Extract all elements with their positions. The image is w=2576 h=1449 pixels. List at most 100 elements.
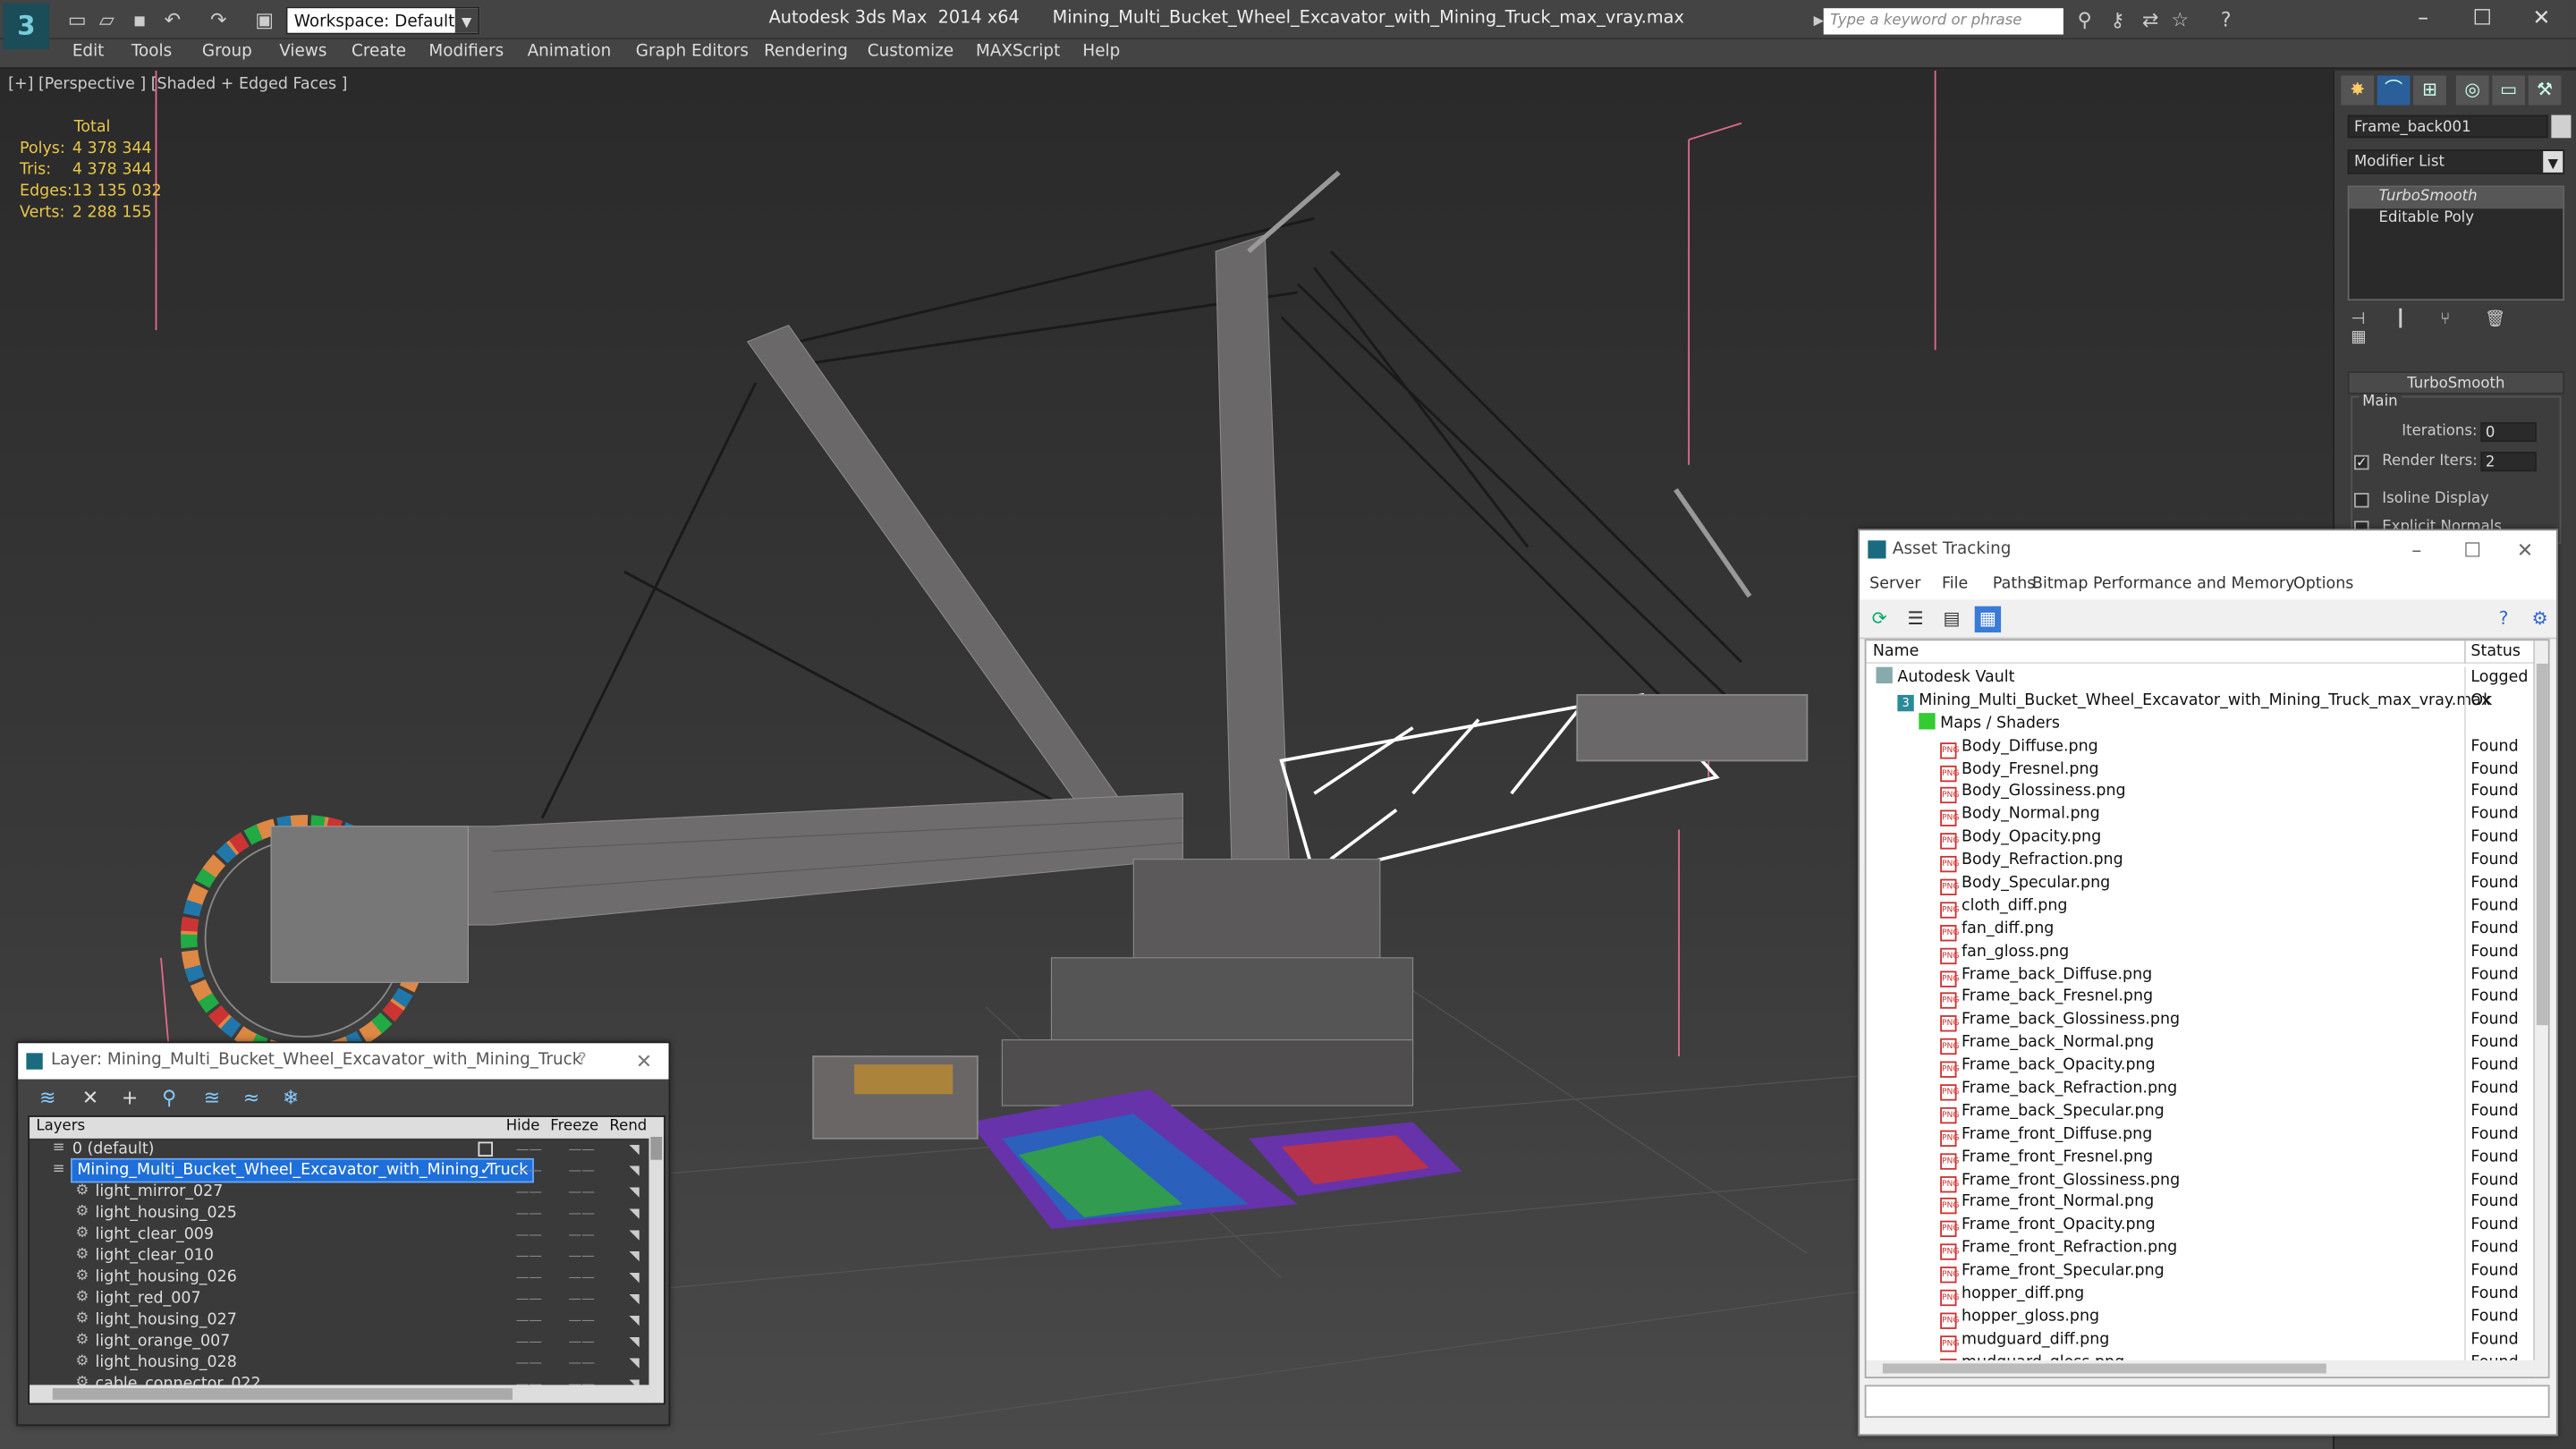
asset-row[interactable]: PNG cloth_diff.png Found bbox=[1866, 894, 2536, 919]
refresh-icon[interactable]: ⟳ bbox=[1866, 606, 1892, 632]
render-toggle-icon[interactable]: ◥ bbox=[629, 1139, 639, 1160]
asset-row[interactable]: PNG Frame_back_Opacity.png Found bbox=[1866, 1055, 2536, 1079]
menu-customize[interactable]: Customize bbox=[868, 43, 953, 61]
help-icon[interactable]: ? bbox=[2490, 606, 2516, 632]
show-end-result-icon[interactable]: ┃ bbox=[2395, 310, 2421, 328]
asset-row[interactable]: PNG Frame_front_Fresnel.png Found bbox=[1866, 1146, 2536, 1170]
create-tab-icon[interactable]: ✸ bbox=[2341, 75, 2375, 106]
freeze-toggle[interactable]: —— bbox=[568, 1224, 594, 1245]
asset-row[interactable]: PNG fan_gloss.png Found bbox=[1866, 940, 2536, 964]
render-toggle-icon[interactable]: ◥ bbox=[629, 1331, 639, 1352]
render-iters-checkbox[interactable]: ✓ bbox=[2353, 454, 2369, 470]
detail-view-icon[interactable]: ▤ bbox=[1938, 606, 1964, 632]
asset-row[interactable]: PNG fan_diff.png Found bbox=[1866, 918, 2536, 942]
asset-row[interactable]: Maps / Shaders bbox=[1866, 712, 2536, 736]
render-toggle-icon[interactable]: ◥ bbox=[629, 1352, 639, 1374]
display-tab-icon[interactable]: ▭ bbox=[2492, 75, 2526, 106]
turbosmooth-rollout-header[interactable]: TurboSmooth bbox=[2347, 371, 2565, 394]
hide-toggle[interactable]: —— bbox=[516, 1139, 542, 1160]
asset-row[interactable]: PNG Frame_front_Diffuse.png Found bbox=[1866, 1123, 2536, 1147]
add-to-layer-icon[interactable]: + bbox=[116, 1084, 142, 1110]
remove-modifier-icon[interactable]: 🗑 bbox=[2485, 310, 2511, 328]
menu-tools[interactable]: Tools bbox=[131, 43, 172, 61]
column-hide[interactable]: Hide bbox=[506, 1117, 540, 1139]
hide-all-icon[interactable]: ≈ bbox=[238, 1084, 264, 1110]
list-view-icon[interactable]: ☰ bbox=[1902, 606, 1928, 632]
column-render[interactable]: Rend bbox=[609, 1117, 647, 1139]
help-icon[interactable]: ? bbox=[2215, 8, 2238, 31]
layer-row[interactable]: ⚙ light_clear_010 —— —— ◥ bbox=[30, 1245, 654, 1267]
menu-edit[interactable]: Edit bbox=[72, 43, 105, 61]
close-button[interactable]: ✕ bbox=[2500, 530, 2549, 570]
render-toggle-icon[interactable]: ◥ bbox=[629, 1182, 639, 1203]
freeze-toggle[interactable]: —— bbox=[568, 1139, 594, 1160]
highlight-selected-icon[interactable]: ≊ bbox=[199, 1084, 225, 1110]
layer-row[interactable]: ⚙ light_housing_025 —— —— ◥ bbox=[30, 1202, 654, 1224]
layer-row[interactable]: ⚙ light_red_007 —— —— ◥ bbox=[30, 1288, 654, 1309]
asset-row[interactable]: PNG Body_Diffuse.png Found bbox=[1866, 735, 2536, 758]
render-toggle-icon[interactable]: ◥ bbox=[629, 1245, 639, 1267]
menu-help[interactable]: Help bbox=[1082, 43, 1120, 61]
new-file-icon[interactable]: ▭ bbox=[65, 8, 89, 31]
iterations-spinner[interactable]: 0 bbox=[2480, 422, 2537, 443]
menu-file[interactable]: File bbox=[1942, 575, 1968, 593]
freeze-toggle[interactable]: —— bbox=[568, 1182, 594, 1203]
column-freeze[interactable]: Freeze bbox=[550, 1117, 598, 1139]
asset-row[interactable]: PNG Frame_front_Glossiness.png Found bbox=[1866, 1168, 2536, 1192]
new-layer-icon[interactable]: ≋ bbox=[35, 1084, 61, 1110]
column-layers[interactable]: Layers bbox=[36, 1117, 85, 1139]
stack-item-editable-poly[interactable]: Editable Poly bbox=[2349, 208, 2563, 230]
asset-row[interactable]: 3 Mining_Multi_Bucket_Wheel_Excavator_wit… bbox=[1866, 690, 2536, 713]
active-layer-checkbox[interactable] bbox=[478, 1141, 494, 1157]
asset-row[interactable]: Autodesk Vault Logged bbox=[1866, 666, 2536, 691]
freeze-toggle[interactable]: —— bbox=[568, 1288, 594, 1309]
configure-sets-icon[interactable]: ▦ bbox=[2351, 328, 2377, 346]
minimize-button[interactable]: – bbox=[2399, 5, 2448, 35]
menu-paths[interactable]: Paths bbox=[1993, 575, 2035, 593]
redo-icon[interactable]: ↷ bbox=[207, 8, 230, 31]
maximize-button[interactable]: ☐ bbox=[2458, 5, 2507, 35]
menu-modifiers[interactable]: Modifiers bbox=[428, 43, 504, 61]
asset-row[interactable]: PNG Body_Refraction.png Found bbox=[1866, 849, 2536, 873]
delete-layer-icon[interactable]: ✕ bbox=[77, 1084, 103, 1110]
modifier-list-dropdown[interactable]: Modifier List ▼ bbox=[2347, 149, 2565, 174]
freeze-toggle[interactable]: —— bbox=[568, 1309, 594, 1331]
freeze-toggle[interactable]: —— bbox=[568, 1352, 594, 1374]
make-unique-icon[interactable]: ⑂ bbox=[2440, 310, 2466, 328]
motion-tab-icon[interactable]: ◎ bbox=[2455, 75, 2489, 106]
asset-row[interactable]: PNG Frame_back_Normal.png Found bbox=[1866, 1031, 2536, 1055]
select-objects-icon[interactable]: ⚲ bbox=[156, 1084, 182, 1110]
asset-row[interactable]: PNG mudguard_diff.png Found bbox=[1866, 1328, 2536, 1352]
render-iters-spinner[interactable]: 2 bbox=[2480, 452, 2537, 472]
menu-maxscript[interactable]: MAXScript bbox=[976, 43, 1060, 61]
options-icon[interactable]: ⚙ bbox=[2527, 606, 2553, 632]
hide-toggle[interactable]: —— bbox=[516, 1160, 542, 1182]
hide-toggle[interactable]: —— bbox=[516, 1202, 542, 1224]
column-status[interactable]: Status bbox=[2470, 640, 2521, 664]
asset-row[interactable]: PNG hopper_gloss.png Found bbox=[1866, 1306, 2536, 1329]
layer-row[interactable]: ⚙ light_housing_026 —— —— ◥ bbox=[30, 1267, 654, 1288]
modify-tab-icon[interactable]: ⌒ bbox=[2377, 75, 2411, 106]
hide-toggle[interactable]: —— bbox=[516, 1352, 542, 1374]
exchange-icon[interactable]: ⇄ bbox=[2139, 8, 2162, 31]
layer-row[interactable]: ⚙ light_housing_027 —— —— ◥ bbox=[30, 1309, 654, 1331]
freeze-toggle[interactable]: —— bbox=[568, 1160, 594, 1182]
render-toggle-icon[interactable]: ◥ bbox=[629, 1202, 639, 1224]
hide-toggle[interactable]: —— bbox=[516, 1309, 542, 1331]
asset-row[interactable]: PNG hopper_diff.png Found bbox=[1866, 1283, 2536, 1307]
save-icon[interactable]: ▪ bbox=[128, 8, 151, 31]
star-icon[interactable]: ☆ bbox=[2168, 8, 2191, 31]
menu-graph-editors[interactable]: Graph Editors bbox=[636, 43, 749, 61]
asset-row[interactable]: PNG Frame_front_Normal.png Found bbox=[1866, 1191, 2536, 1216]
asset-row[interactable]: PNG Body_Specular.png Found bbox=[1866, 872, 2536, 896]
vertical-scrollbar[interactable] bbox=[648, 1116, 665, 1403]
binoculars-icon[interactable]: ⚲ bbox=[2073, 8, 2097, 31]
hide-toggle[interactable]: —— bbox=[516, 1331, 542, 1352]
menu-bitmap-performance[interactable]: Bitmap Performance and Memory bbox=[2032, 575, 2294, 593]
layer-row[interactable]: ⚙ light_orange_007 —— —— ◥ bbox=[30, 1331, 654, 1352]
menu-group[interactable]: Group bbox=[202, 43, 252, 61]
menu-create[interactable]: Create bbox=[352, 43, 406, 61]
asset-row[interactable]: PNG Frame_back_Refraction.png Found bbox=[1866, 1077, 2536, 1101]
render-toggle-icon[interactable]: ◥ bbox=[629, 1224, 639, 1245]
menu-animation[interactable]: Animation bbox=[528, 43, 612, 61]
